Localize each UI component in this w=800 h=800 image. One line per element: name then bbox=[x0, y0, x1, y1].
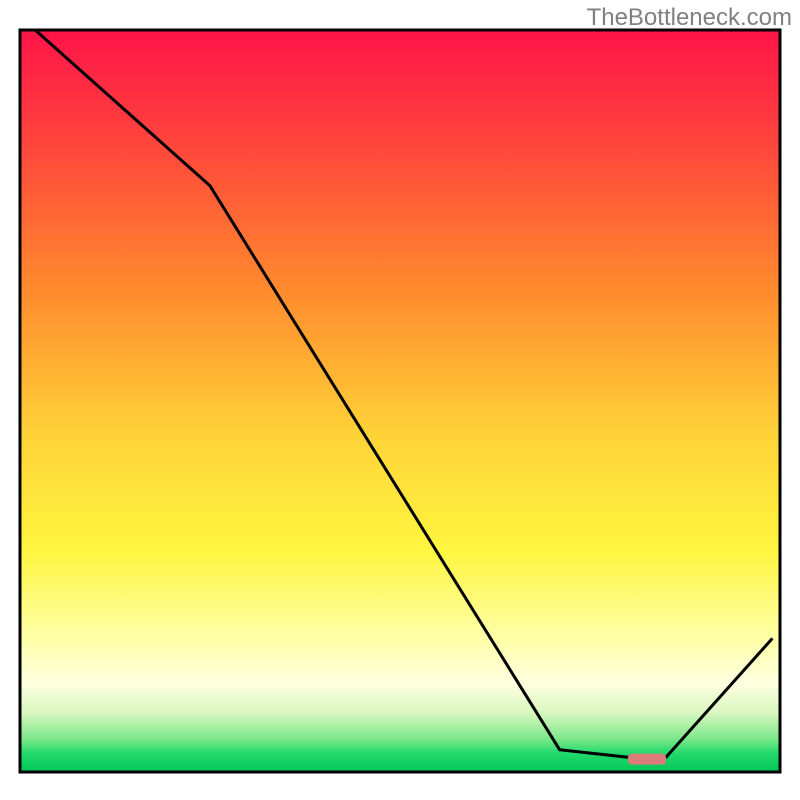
watermark-label: TheBottleneck.com bbox=[587, 4, 792, 32]
chart-svg bbox=[0, 0, 800, 800]
plot-background bbox=[20, 30, 780, 772]
optimal-marker bbox=[628, 754, 666, 765]
bottleneck-chart: TheBottleneck.com bbox=[0, 0, 800, 800]
